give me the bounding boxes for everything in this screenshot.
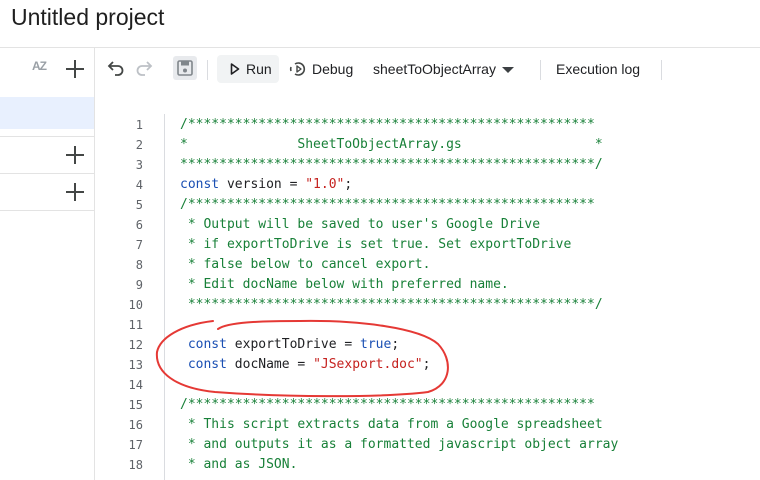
red-circle-annotation [155,319,449,398]
